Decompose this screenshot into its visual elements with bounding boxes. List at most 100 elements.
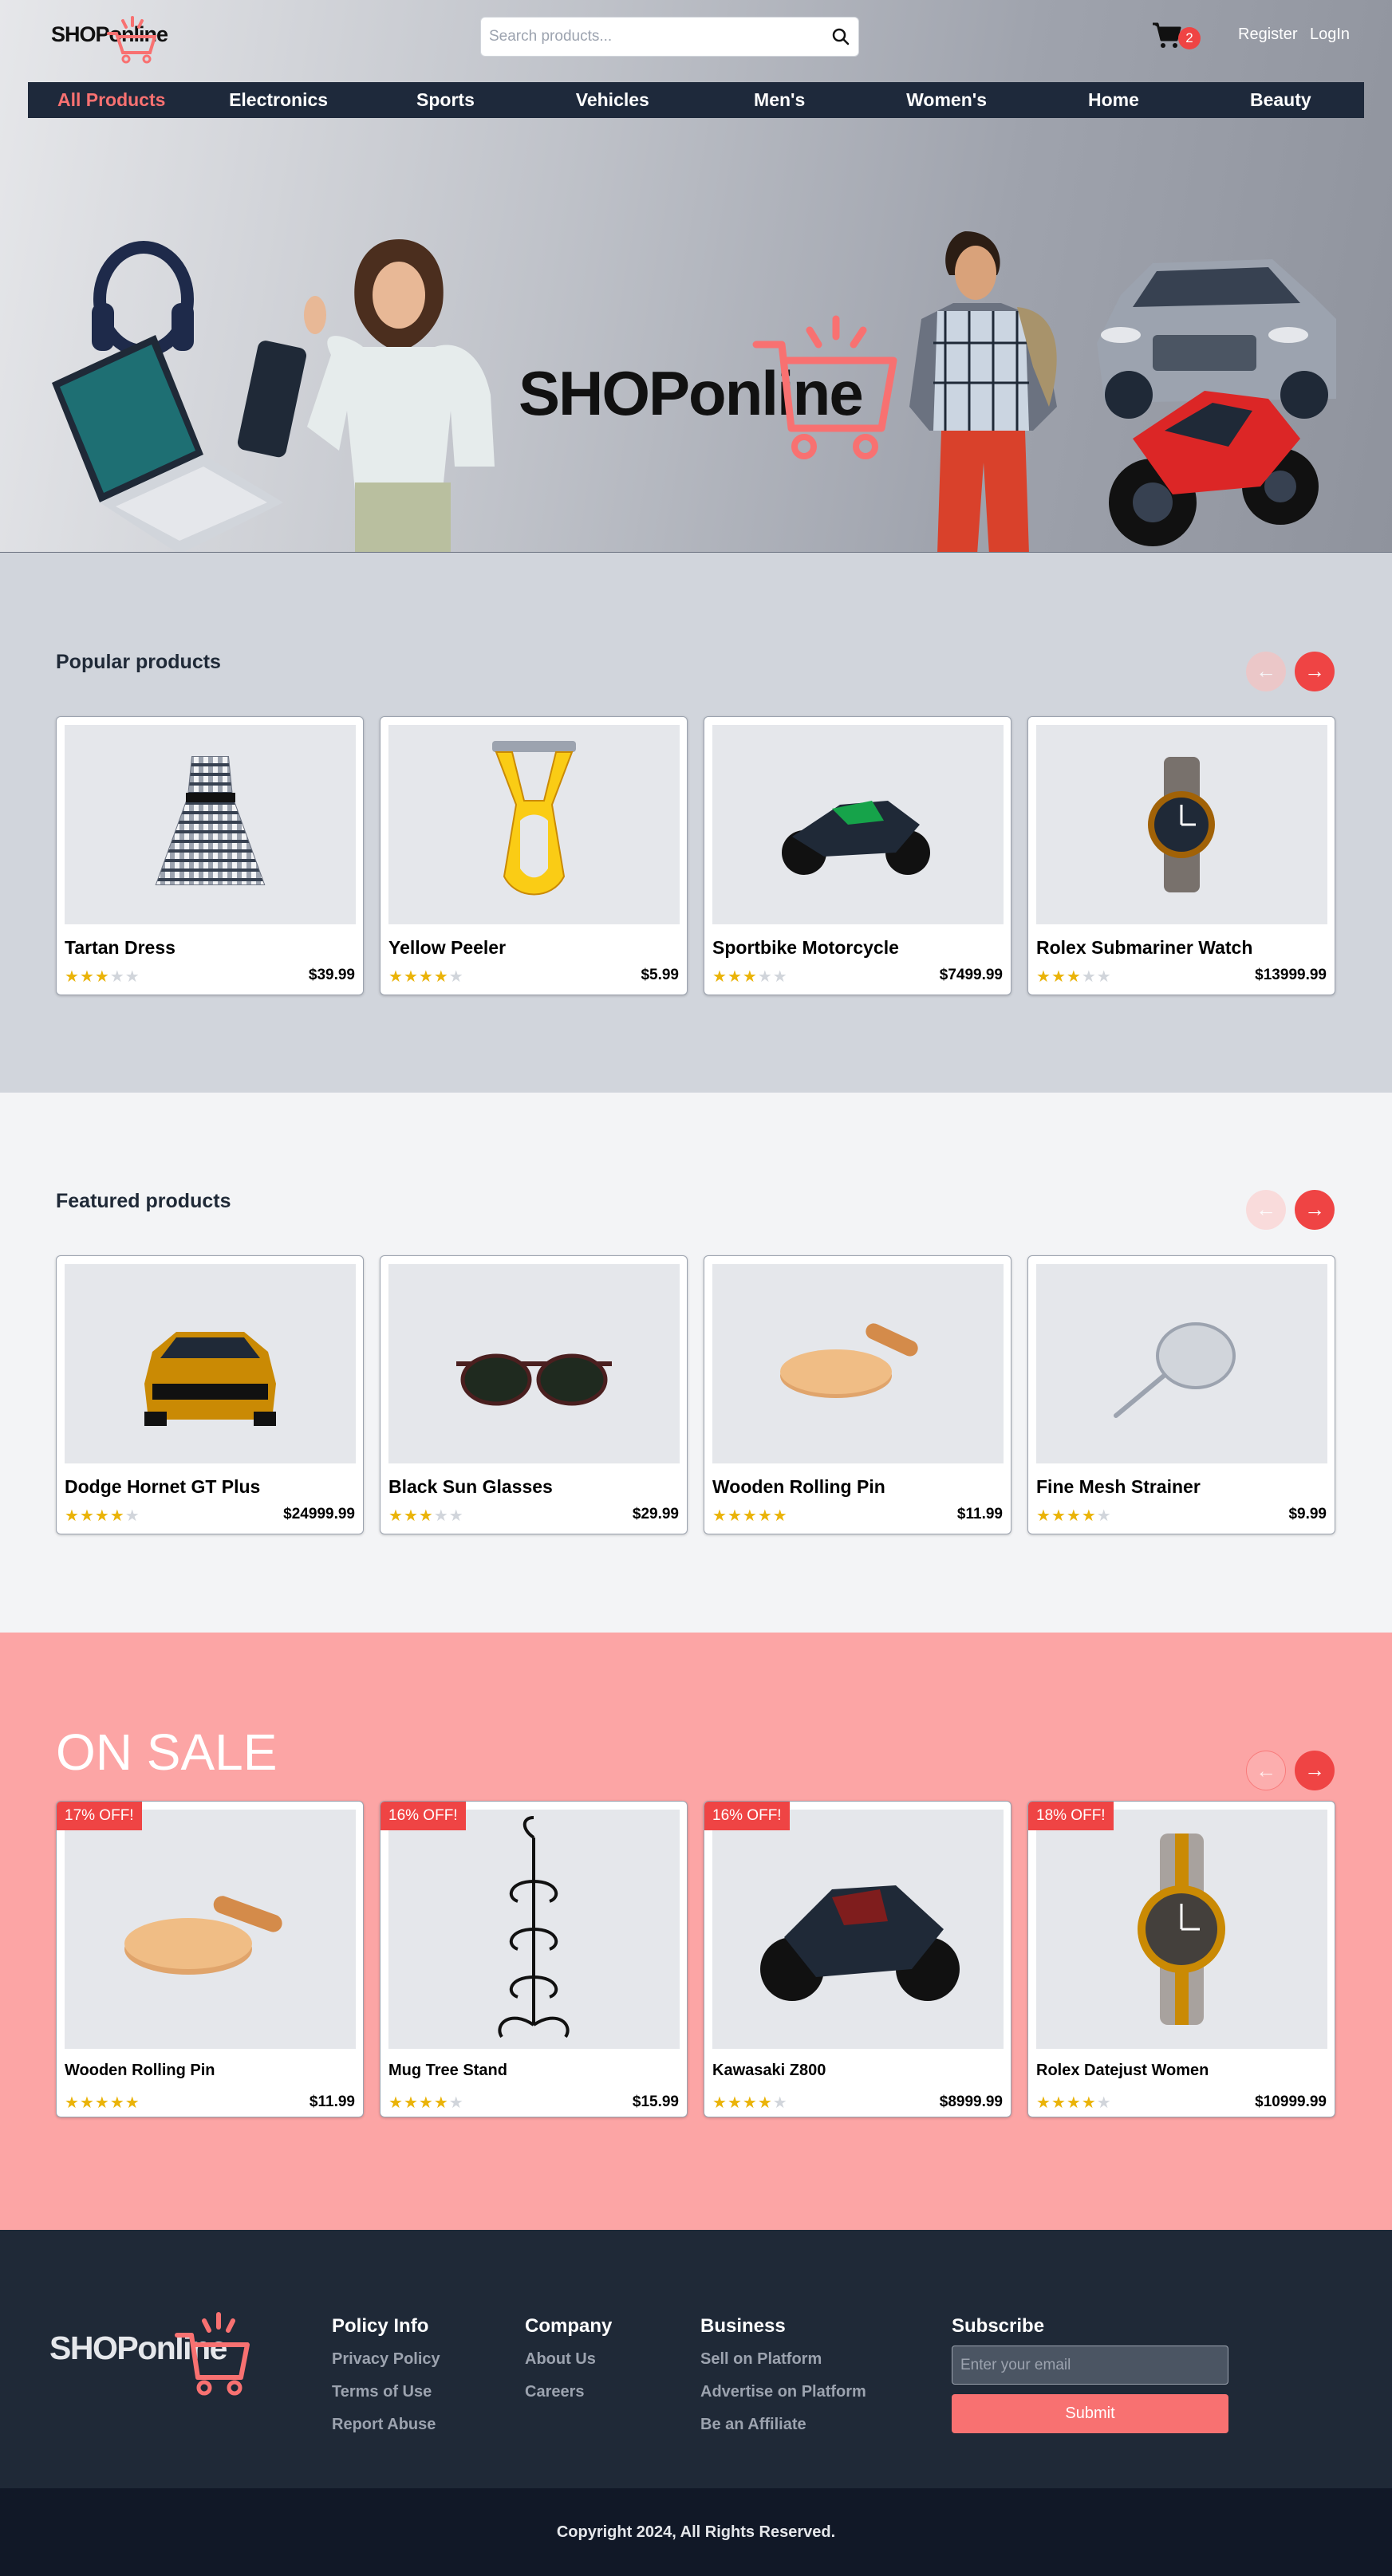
star-icon: ★ <box>1051 2094 1067 2112</box>
product-image[interactable] <box>388 1264 680 1463</box>
footer-link-report-abuse[interactable]: Report Abuse <box>332 2416 440 2434</box>
star-icon: ★ <box>1066 2094 1082 2112</box>
nav-electronics[interactable]: Electronics <box>195 82 361 118</box>
next-arrow-button[interactable]: → <box>1295 652 1335 691</box>
subscribe-email-field[interactable] <box>952 2346 1228 2385</box>
nav-beauty[interactable]: Beauty <box>1197 82 1364 118</box>
prev-arrow-button[interactable]: ← <box>1246 652 1286 691</box>
prev-arrow-button[interactable]: ← <box>1246 1751 1286 1790</box>
product-name[interactable]: Mug Tree Stand <box>388 2062 507 2080</box>
product-name[interactable]: Yellow Peeler <box>388 937 506 959</box>
product-name[interactable]: Sportbike Motorcycle <box>712 937 899 959</box>
product-name[interactable]: Dodge Hornet GT Plus <box>65 1476 260 1498</box>
footer-cart-icon <box>175 2312 250 2396</box>
product-image[interactable] <box>1036 1264 1327 1463</box>
product-image[interactable] <box>712 725 1004 924</box>
section-title: ON SALE <box>56 1723 278 1781</box>
star-icon: ★ <box>65 968 80 986</box>
star-rating: ★★★★★ <box>388 1506 464 1526</box>
subscribe-email-input[interactable] <box>952 2346 1228 2384</box>
star-icon: ★ <box>124 2094 140 2112</box>
product-name[interactable]: Fine Mesh Strainer <box>1036 1476 1201 1498</box>
star-icon: ★ <box>79 1507 95 1525</box>
star-icon: ★ <box>94 2094 110 2112</box>
product-image[interactable] <box>388 725 680 924</box>
login-link[interactable]: LogIn <box>1310 26 1350 44</box>
nav-mens[interactable]: Men's <box>696 82 863 118</box>
product-price: $10999.99 <box>1255 2093 1327 2110</box>
search-input[interactable] <box>489 18 808 56</box>
category-nav: All Products Electronics Sports Vehicles… <box>28 82 1364 118</box>
search-icon[interactable] <box>831 27 850 46</box>
star-rating: ★★★★★ <box>1036 967 1112 987</box>
product-card[interactable]: 16% OFF! Mug Tree Stand ★★★★★ $15.99 <box>380 1801 688 2117</box>
cart-button[interactable]: 2 <box>1151 21 1201 53</box>
footer-link-sell[interactable]: Sell on Platform <box>700 2350 866 2369</box>
product-image[interactable] <box>712 1810 1004 2049</box>
product-card[interactable]: Yellow Peeler ★★★★★ $5.99 <box>380 716 688 995</box>
hero-cart-icon <box>752 315 897 459</box>
footer-link-affiliate[interactable]: Be an Affiliate <box>700 2416 866 2434</box>
product-image[interactable] <box>388 1810 680 2049</box>
product-card[interactable]: Wooden Rolling Pin ★★★★★ $11.99 <box>704 1255 1011 1534</box>
star-icon: ★ <box>109 968 125 986</box>
search-bar[interactable] <box>480 17 859 57</box>
nav-vehicles[interactable]: Vehicles <box>529 82 696 118</box>
nav-sports[interactable]: Sports <box>362 82 529 118</box>
nav-all-products[interactable]: All Products <box>28 82 195 118</box>
register-link[interactable]: Register <box>1238 26 1297 44</box>
footer-link-privacy[interactable]: Privacy Policy <box>332 2350 440 2369</box>
star-icon: ★ <box>388 2094 404 2112</box>
product-name[interactable]: Rolex Datejust Women <box>1036 2062 1209 2080</box>
subscribe-submit-button[interactable]: Submit <box>952 2394 1228 2433</box>
product-card[interactable]: Black Sun Glasses ★★★★★ $29.99 <box>380 1255 688 1534</box>
star-icon: ★ <box>1036 968 1051 986</box>
product-image[interactable] <box>65 725 356 924</box>
product-card[interactable]: Sportbike Motorcycle ★★★★★ $7499.99 <box>704 716 1011 995</box>
footer-link-terms[interactable]: Terms of Use <box>332 2383 440 2401</box>
footer-link-advertise[interactable]: Advertise on Platform <box>700 2383 866 2401</box>
product-name[interactable]: Wooden Rolling Pin <box>712 1476 885 1498</box>
star-icon: ★ <box>1096 1507 1112 1525</box>
product-name[interactable]: Tartan Dress <box>65 937 175 959</box>
prev-arrow-button[interactable]: ← <box>1246 1190 1286 1230</box>
product-name[interactable]: Black Sun Glasses <box>388 1476 553 1498</box>
product-card[interactable]: Rolex Submariner Watch ★★★★★ $13999.99 <box>1027 716 1335 995</box>
star-icon: ★ <box>757 968 773 986</box>
product-image[interactable] <box>1036 1810 1327 2049</box>
next-arrow-button[interactable]: → <box>1295 1751 1335 1790</box>
discount-badge: 16% OFF! <box>381 1802 466 1830</box>
copyright-text: Copyright 2024, All Rights Reserved. <box>0 2488 1392 2576</box>
star-icon: ★ <box>772 2094 788 2112</box>
star-icon: ★ <box>94 1507 110 1525</box>
star-rating: ★★★★★ <box>388 967 464 987</box>
star-icon: ★ <box>109 1507 125 1525</box>
product-card[interactable]: Tartan Dress ★★★★★ $39.99 <box>56 716 364 995</box>
product-image[interactable] <box>1036 725 1327 924</box>
star-icon: ★ <box>1036 1507 1051 1525</box>
star-rating: ★★★★★ <box>712 967 788 987</box>
product-image[interactable] <box>65 1264 356 1463</box>
next-arrow-button[interactable]: → <box>1295 1190 1335 1230</box>
product-name[interactable]: Wooden Rolling Pin <box>65 2062 215 2080</box>
product-name[interactable]: Rolex Submariner Watch <box>1036 937 1252 959</box>
product-image[interactable] <box>712 1264 1004 1463</box>
star-icon: ★ <box>403 968 419 986</box>
product-card[interactable]: 18% OFF! Rolex Datejust Women ★★★★★ $109… <box>1027 1801 1335 2117</box>
star-rating: ★★★★★ <box>388 2093 464 2113</box>
hero-electronics-image <box>52 241 306 552</box>
star-icon: ★ <box>712 2094 728 2112</box>
star-icon: ★ <box>433 1507 449 1525</box>
footer-link-about[interactable]: About Us <box>525 2350 612 2369</box>
footer-link-careers[interactable]: Careers <box>525 2383 612 2401</box>
star-rating: ★★★★★ <box>712 2093 788 2113</box>
product-image[interactable] <box>65 1810 356 2049</box>
nav-home[interactable]: Home <box>1030 82 1197 118</box>
product-card[interactable]: Dodge Hornet GT Plus ★★★★★ $24999.99 <box>56 1255 364 1534</box>
product-name[interactable]: Kawasaki Z800 <box>712 2062 826 2080</box>
product-card[interactable]: 17% OFF! Wooden Rolling Pin ★★★★★ $11.99 <box>56 1801 364 2117</box>
product-card[interactable]: 16% OFF! Kawasaki Z800 ★★★★★ $8999.99 <box>704 1801 1011 2117</box>
nav-womens[interactable]: Women's <box>863 82 1030 118</box>
product-card[interactable]: Fine Mesh Strainer ★★★★★ $9.99 <box>1027 1255 1335 1534</box>
star-icon: ★ <box>403 1507 419 1525</box>
